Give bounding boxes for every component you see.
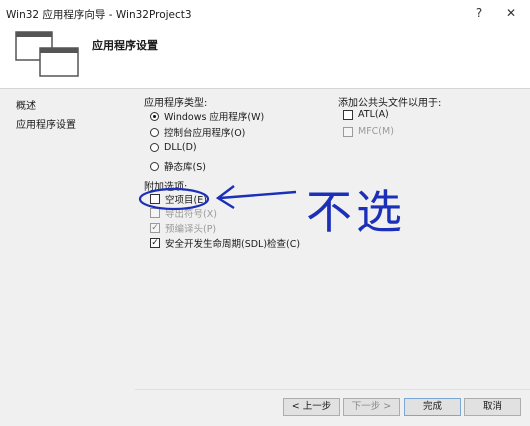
radio-dll[interactable]: DLL(D) <box>150 142 197 153</box>
help-button[interactable]: ? <box>468 4 490 22</box>
title-bar: Win32 应用程序向导 - Win32Project3 ? ✕ <box>0 0 530 26</box>
radio-windows-app[interactable]: Windows 应用程序(W) <box>150 109 264 123</box>
radio-label: Windows 应用程序(W) <box>164 112 265 123</box>
checkbox-sdl-checks[interactable]: ✓ 安全开发生命周期(SDL)检查(C) <box>150 236 300 250</box>
radio-label: 静态库(S) <box>164 162 206 173</box>
footer-divider <box>135 389 530 390</box>
window-title: Win32 应用程序向导 - Win32Project3 <box>6 9 192 21</box>
radio-indicator[interactable] <box>150 127 159 137</box>
sidebar-item-app-settings[interactable]: 应用程序设置 <box>16 116 76 131</box>
wizard-sidebar: 概述 应用程序设置 <box>0 89 135 389</box>
annotation-text: 不选 <box>306 185 406 239</box>
radio-indicator[interactable] <box>150 111 159 121</box>
finish-button[interactable]: 完成 <box>404 398 461 416</box>
checkbox-mfc: MFC(M) <box>343 126 394 137</box>
radio-static-lib[interactable]: 静态库(S) <box>150 159 206 173</box>
checkbox-label: 安全开发生命周期(SDL)检查(C) <box>165 239 301 250</box>
radio-indicator[interactable] <box>150 161 159 171</box>
sidebar-divider <box>135 89 136 389</box>
checkbox-indicator <box>343 126 353 137</box>
application-window-icon <box>15 31 79 77</box>
checkbox-label: ATL(A) <box>358 109 389 120</box>
checkbox-indicator[interactable]: ✓ <box>150 238 160 248</box>
radio-label: 控制台应用程序(O) <box>164 128 246 139</box>
close-button[interactable]: ✕ <box>500 4 522 22</box>
checkbox-indicator[interactable] <box>343 109 353 120</box>
radio-indicator[interactable] <box>150 143 159 152</box>
sidebar-item-overview[interactable]: 概述 <box>16 97 36 112</box>
radio-label: DLL(D) <box>164 142 197 153</box>
annotation-circle-arrow <box>138 185 297 211</box>
radio-console-app[interactable]: 控制台应用程序(O) <box>150 125 245 139</box>
app-type-label: 应用程序类型: <box>144 98 208 109</box>
checkbox-label: MFC(M) <box>358 126 394 137</box>
checkbox-atl[interactable]: ATL(A) <box>343 109 389 120</box>
cancel-button[interactable]: 取消 <box>464 398 521 416</box>
prev-button[interactable]: < 上一步 <box>283 398 340 416</box>
wizard-header: 应用程序设置 <box>0 26 530 89</box>
next-button: 下一步 > <box>343 398 400 416</box>
common-headers-label: 添加公共头文件以用于: <box>338 98 442 109</box>
page-title: 应用程序设置 <box>92 39 158 52</box>
